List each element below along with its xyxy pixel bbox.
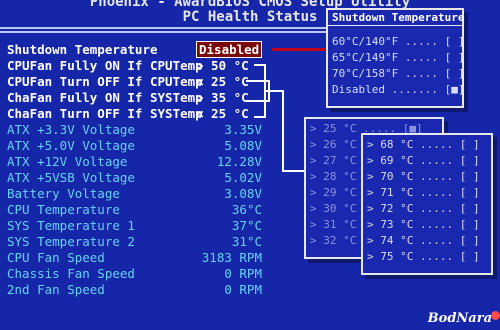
setting-label-cpufan-on: CPUFan Fully ON If CPUTemp [7, 58, 203, 73]
reading-label: SYS Temperature 2 [7, 234, 135, 249]
reading-value: 36°C [231, 202, 262, 217]
reading-label: ATX +5.0V Voltage [7, 138, 135, 153]
reading-value: 3.35V [224, 122, 262, 137]
popup-option[interactable]: Disabled ....... [■] [328, 82, 464, 98]
setting-value-chafan-off[interactable]: < 25 °C [196, 106, 249, 122]
reading-label: ATX +3.3V Voltage [7, 122, 135, 137]
connector-line [272, 48, 328, 51]
reading-label: ATX +5VSB Voltage [7, 170, 135, 185]
reading-label: Chassis Fan Speed [7, 266, 135, 281]
popup-option[interactable]: > 73 °C ..... [ ] [363, 217, 491, 233]
connector-line [282, 90, 284, 172]
popup-option[interactable]: 65°C/149°F ..... [ ] [328, 50, 464, 66]
connector-line [268, 80, 270, 102]
reading-value: 12.28V [216, 154, 262, 169]
connector-line [246, 100, 270, 102]
setting-value-shutdown-temp[interactable]: Disabled [196, 41, 263, 58]
reading-value: 0 RPM [224, 266, 262, 281]
reading-label: CPU Fan Speed [7, 250, 105, 265]
popup-option[interactable]: > 69 °C ..... [ ] [363, 153, 491, 169]
popup-option[interactable]: > 74 °C ..... [ ] [363, 233, 491, 249]
popup-option[interactable]: > 72 °C ..... [ ] [363, 201, 491, 217]
popup-option[interactable]: 60°C/140°F ..... [ ] [328, 34, 464, 50]
reading-value: 5.02V [224, 170, 262, 185]
setting-label-chafan-off: ChaFan Turn OFF If SYSTemp [7, 106, 203, 121]
setting-label-cpufan-off: CPUFan Turn OFF If CPUTemp [7, 74, 203, 89]
reading-value: 31°C [231, 234, 262, 249]
header-divider-2 [0, 31, 330, 33]
reading-label: SYS Temperature 1 [7, 218, 135, 233]
reading-value: 0 RPM [224, 282, 262, 297]
selected-value[interactable]: Disabled [196, 41, 263, 58]
setting-value-cpufan-off[interactable]: < 25 °C [196, 74, 249, 90]
reading-label: Battery Voltage [7, 186, 120, 201]
reading-value: 5.08V [224, 138, 262, 153]
reading-value: 37°C [231, 218, 262, 233]
watermark-icon [491, 311, 500, 320]
popup-title: Shutdown Temperature [328, 10, 464, 26]
connector-line [254, 116, 266, 118]
reading-label: CPU Temperature [7, 202, 120, 217]
shutdown-temperature-popup[interactable]: Shutdown Temperature 60°C/140°F ..... [ … [326, 8, 464, 108]
connector-line [264, 90, 284, 92]
popup-option[interactable]: > 68 °C ..... [ ] [363, 137, 491, 153]
connector-line [246, 80, 270, 82]
setting-label-chafan-on: ChaFan Fully ON If SYSTemp [7, 90, 203, 105]
setting-value-chafan-on[interactable]: > 35 °C [196, 90, 249, 106]
temperature-options-popup-front[interactable]: > 68 °C ..... [ ] > 69 °C ..... [ ] > 70… [361, 133, 493, 275]
popup-option[interactable]: 70°C/158°F ..... [ ] [328, 66, 464, 82]
setting-value-cpufan-on[interactable]: > 50 °C [196, 58, 249, 74]
popup-option[interactable]: > 70 °C ..... [ ] [363, 169, 491, 185]
connector-line [282, 170, 304, 172]
reading-value: 3183 RPM [201, 250, 262, 265]
reading-label: 2nd Fan Speed [7, 282, 105, 297]
reading-label: ATX +12V Voltage [7, 154, 128, 169]
setting-label-shutdown-temp: Shutdown Temperature [7, 42, 158, 57]
popup-option[interactable]: > 75 °C ..... [ ] [363, 249, 491, 265]
reading-value: 3.08V [224, 186, 262, 201]
watermark-logo: BodNara [427, 311, 492, 326]
header-divider [0, 27, 330, 29]
popup-option[interactable]: > 71 °C ..... [ ] [363, 185, 491, 201]
